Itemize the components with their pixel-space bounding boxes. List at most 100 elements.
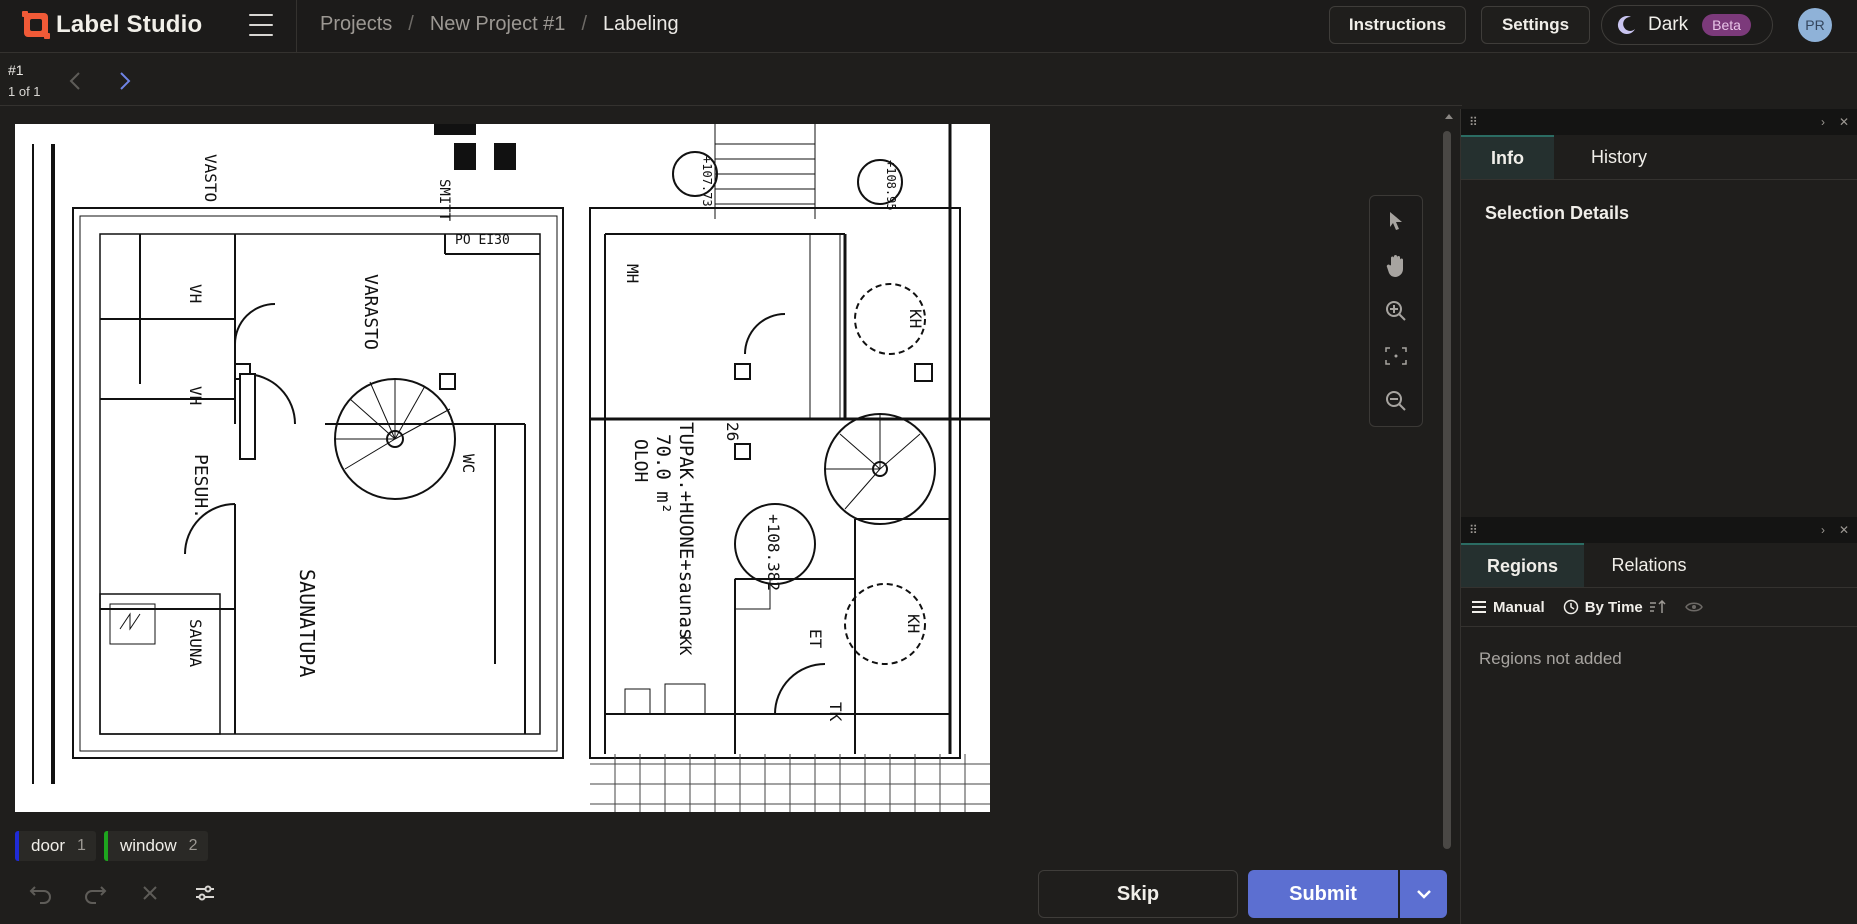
- tab-relations[interactable]: Relations: [1584, 543, 1714, 587]
- room-label-varasto: VARASTO: [360, 274, 381, 350]
- breadcrumb-project[interactable]: New Project #1: [430, 13, 566, 36]
- fit-tool[interactable]: [1383, 343, 1409, 369]
- close-panel-icon[interactable]: ✕: [1839, 523, 1849, 537]
- tab-regions[interactable]: Regions: [1461, 543, 1584, 587]
- label-hotkey: 1: [77, 837, 86, 854]
- collapse-icon[interactable]: ›: [1821, 115, 1825, 129]
- regions-empty-message: Regions not added: [1479, 649, 1622, 668]
- time-sort[interactable]: By Time: [1563, 599, 1667, 616]
- theme-label: Dark: [1648, 14, 1689, 35]
- canvas-scrollbar[interactable]: [1443, 113, 1453, 853]
- zoom-in-tool[interactable]: [1383, 298, 1409, 324]
- collapse-icon[interactable]: ›: [1821, 523, 1825, 537]
- breadcrumb-separator: /: [408, 13, 414, 35]
- cursor-arrow-icon: [1390, 212, 1402, 230]
- room-label-vh-2: VH: [186, 386, 205, 405]
- moon-icon: [1617, 16, 1635, 35]
- hand-icon: [1386, 255, 1403, 277]
- room-label-vh-1: VH: [186, 284, 205, 303]
- label-list: door 1 window 2: [15, 831, 208, 861]
- close-panel-icon[interactable]: ✕: [1839, 115, 1849, 129]
- list-icon: [1472, 601, 1486, 613]
- room-label-wc: WC: [459, 454, 478, 473]
- regions-toolbar: Manual By Time: [1461, 588, 1857, 627]
- manual-sort[interactable]: Manual: [1471, 599, 1545, 616]
- breadcrumb-separator: /: [581, 13, 587, 35]
- submit-options-button[interactable]: [1400, 870, 1447, 918]
- next-task-icon[interactable]: [118, 70, 132, 92]
- room-label-level-2: +107.73: [700, 156, 714, 207]
- label-name: window: [119, 836, 177, 855]
- room-label-saunatupa: SAUNATUPA: [295, 569, 319, 677]
- room-label-level: +108.382: [764, 514, 783, 591]
- zoom-out-icon: [1386, 391, 1406, 411]
- app-logo[interactable]: Label Studio: [22, 11, 202, 39]
- task-id: #1: [8, 62, 24, 78]
- tab-history[interactable]: History: [1554, 135, 1684, 179]
- room-label-po-ei30: PO EI30: [455, 233, 510, 248]
- room-label-pesuh: PESUH.: [190, 454, 211, 519]
- sort-label: By Time: [1584, 598, 1643, 616]
- sort-order-icon[interactable]: [1649, 600, 1667, 614]
- floorplan-image: VARASTO PO EI30 VH VH WC PESUH. SAUNATUP…: [15, 124, 990, 812]
- image-canvas[interactable]: VARASTO PO EI30 VH VH WC PESUH. SAUNATUP…: [15, 124, 990, 812]
- breadcrumb: Projects / New Project #1 / Labeling: [320, 13, 679, 36]
- pan-tool[interactable]: [1383, 253, 1409, 279]
- label-door[interactable]: door 1: [15, 831, 96, 861]
- room-label-kh-1: KH: [906, 309, 925, 328]
- room-label-sauna: SAUNA: [186, 619, 205, 668]
- room-label-mh: MH: [623, 264, 642, 283]
- zoom-in-icon: [1386, 301, 1406, 321]
- previous-task-icon[interactable]: [68, 70, 82, 92]
- drag-handle-icon[interactable]: ⠿: [1469, 115, 1478, 129]
- label-name: door: [31, 836, 66, 855]
- room-label-tk: TK: [826, 702, 845, 722]
- drag-handle-icon[interactable]: ⠿: [1469, 523, 1478, 537]
- selection-details-title: Selection Details: [1485, 203, 1630, 223]
- settings-button[interactable]: Settings: [1481, 6, 1590, 44]
- reset-icon[interactable]: [135, 878, 165, 908]
- skip-button[interactable]: Skip: [1038, 870, 1238, 918]
- top-bar: Label Studio Projects / New Project #1 /…: [0, 0, 1857, 53]
- undo-icon[interactable]: [26, 878, 56, 908]
- room-label-kh-2: KH: [904, 614, 923, 633]
- label-window[interactable]: window 2: [103, 831, 208, 861]
- room-label-tupak: TUPAK.+HUONE+saunas: [675, 422, 697, 639]
- label-studio-logo-icon: [22, 11, 50, 39]
- select-tool[interactable]: [1383, 208, 1409, 234]
- room-label-level-3: +108.95: [884, 160, 898, 211]
- theme-toggle[interactable]: Dark Beta: [1601, 5, 1773, 45]
- room-label-oloh: OLOH: [630, 439, 651, 482]
- room-label-vasto: VASTO: [201, 154, 220, 202]
- task-count: 1 of 1: [8, 84, 41, 99]
- info-panel: ⠿ › ✕ Info History Selection Details: [1460, 109, 1857, 517]
- breadcrumb-projects[interactable]: Projects: [320, 13, 392, 36]
- submit-button[interactable]: Submit: [1248, 870, 1398, 918]
- room-label-smitt: SMITT: [436, 179, 452, 222]
- label-hotkey: 2: [188, 837, 198, 854]
- room-label-26: 26: [723, 422, 742, 441]
- room-label-et: ET: [806, 629, 825, 649]
- instructions-button[interactable]: Instructions: [1329, 6, 1466, 44]
- avatar[interactable]: PR: [1798, 8, 1832, 42]
- zoom-out-tool[interactable]: [1383, 388, 1409, 414]
- regions-tabs: Regions Relations: [1461, 543, 1857, 588]
- fit-to-screen-icon: [1385, 347, 1407, 365]
- room-label-area: 70.0 m²: [652, 434, 674, 514]
- scrollbar-thumb[interactable]: [1443, 131, 1451, 849]
- info-panel-header[interactable]: ⠿ › ✕: [1461, 109, 1857, 135]
- room-label-kk: KK: [676, 636, 695, 656]
- tab-info[interactable]: Info: [1461, 135, 1554, 179]
- beta-badge: Beta: [1702, 14, 1751, 36]
- eye-icon[interactable]: [1684, 601, 1703, 613]
- regions-panel-header[interactable]: ⠿ › ✕: [1461, 517, 1857, 543]
- regions-panel: ⠿ › ✕ Regions Relations Manual By Time R…: [1460, 517, 1857, 924]
- redo-icon[interactable]: [80, 878, 110, 908]
- breadcrumb-current: Labeling: [603, 13, 679, 35]
- settings-sliders-icon[interactable]: [190, 878, 220, 908]
- hamburger-menu-icon[interactable]: [249, 14, 273, 36]
- chevron-down-icon: [1416, 890, 1431, 899]
- clock-icon: [1563, 599, 1578, 615]
- task-navigation: [0, 54, 1462, 106]
- info-tabs: Info History: [1461, 135, 1857, 180]
